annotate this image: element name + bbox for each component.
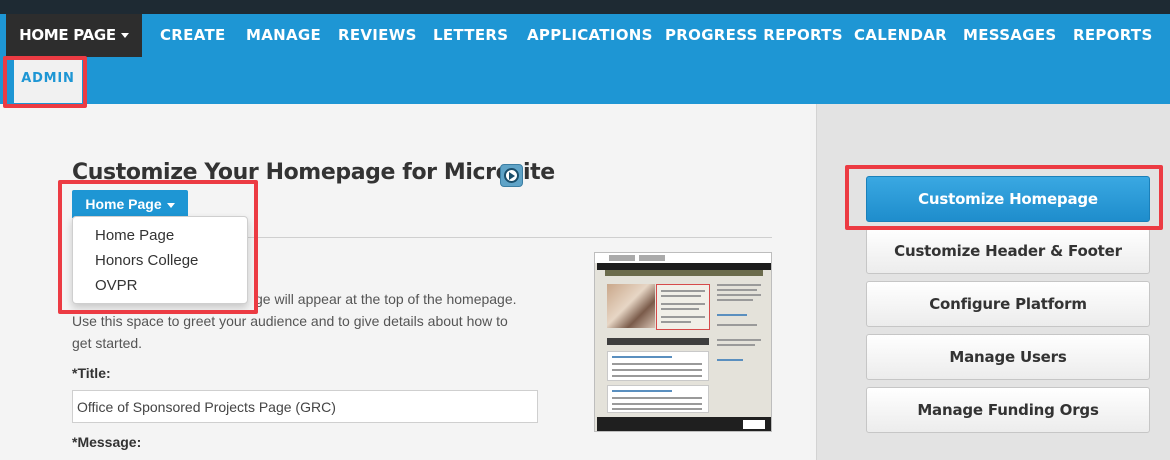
page-title: Customize Your Homepage for Microsite (72, 160, 555, 185)
homepage-dropdown-menu: Home Page Honors College OVPR (72, 216, 248, 304)
nav-applications[interactable]: APPLICATIONS (527, 14, 653, 57)
play-video-icon[interactable] (500, 164, 523, 187)
description-line-2: Use this space to greet your audience an… (72, 313, 508, 329)
homepage-select-label: Home Page (85, 196, 162, 212)
main-navigation: HOME PAGE CREATE MANAGE REVIEWS LETTERS … (0, 14, 1170, 104)
customize-header-footer-button[interactable]: Customize Header & Footer (866, 228, 1150, 274)
dropdown-option-home-page[interactable]: Home Page (73, 223, 247, 248)
manage-funding-orgs-button[interactable]: Manage Funding Orgs (866, 387, 1150, 433)
chevron-down-icon (120, 33, 129, 38)
nav-letters[interactable]: LETTERS (433, 14, 508, 57)
description-line-3: get started. (72, 335, 143, 351)
configure-platform-button[interactable]: Configure Platform (866, 281, 1150, 327)
nav-reports[interactable]: REPORTS (1073, 14, 1153, 57)
nav-home-page[interactable]: HOME PAGE (6, 14, 142, 57)
dropdown-option-honors-college[interactable]: Honors College (73, 248, 247, 273)
nav-manage[interactable]: MANAGE (246, 14, 321, 57)
title-label: *Title: (72, 365, 111, 381)
message-label: *Message: (72, 434, 142, 450)
nav-admin[interactable]: ADMIN (14, 60, 82, 103)
nav-reviews[interactable]: REVIEWS (338, 14, 417, 57)
nav-messages[interactable]: MESSAGES (963, 14, 1056, 57)
dropdown-option-ovpr[interactable]: OVPR (73, 273, 247, 298)
homepage-select-dropdown[interactable]: Home Page (72, 190, 188, 218)
nav-home-label: HOME PAGE (19, 26, 116, 44)
top-strip (0, 0, 1170, 14)
nav-create[interactable]: CREATE (160, 14, 226, 57)
customize-homepage-button[interactable]: Customize Homepage (866, 176, 1150, 222)
nav-calendar[interactable]: CALENDAR (854, 14, 947, 57)
nav-progress-reports[interactable]: PROGRESS REPORTS (665, 14, 843, 57)
homepage-preview-thumbnail (594, 252, 772, 432)
manage-users-button[interactable]: Manage Users (866, 334, 1150, 380)
title-input[interactable] (72, 390, 538, 423)
chevron-down-icon (166, 202, 175, 208)
play-triangle (509, 172, 515, 180)
